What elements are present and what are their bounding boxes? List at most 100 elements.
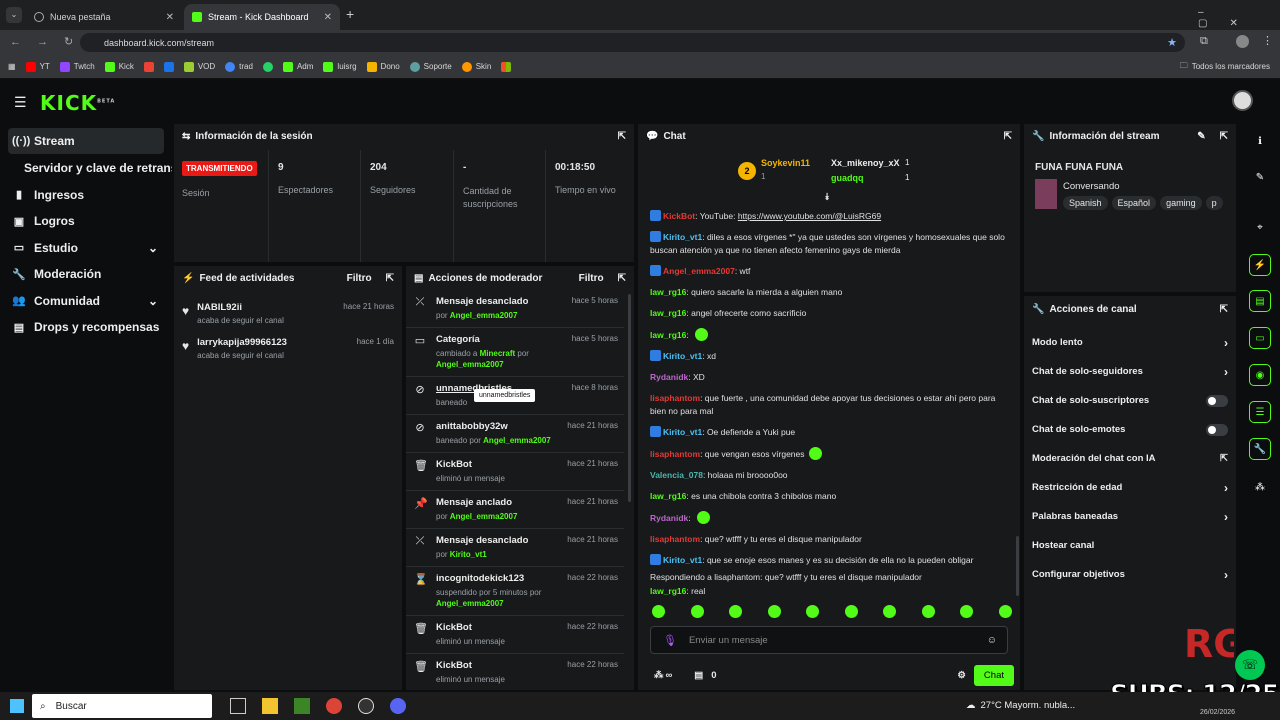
quick-action-list-icon[interactable]: ☰ [1249, 401, 1271, 423]
tag[interactable]: Español [1111, 196, 1157, 210]
emote-icon[interactable] [767, 605, 781, 618]
bookmark-vod[interactable]: VOD [183, 61, 215, 72]
emote-icon[interactable] [652, 605, 665, 618]
emote-icon[interactable] [960, 605, 974, 618]
stream-category[interactable]: Conversando [1063, 181, 1120, 192]
gift-icon[interactable]: ▤ [694, 670, 703, 681]
emote-icon[interactable] [806, 605, 820, 618]
settings-gear-icon[interactable]: ⚙ [957, 670, 966, 681]
nav-buttons[interactable]: ←→↻ [10, 35, 89, 48]
add-quick-action-icon[interactable]: ⁂ [1249, 476, 1271, 498]
chat-username[interactable]: Kirito_vt1 [663, 427, 702, 437]
gifter-name[interactable]: guadqq [831, 173, 864, 183]
file-explorer-icon[interactable] [262, 698, 278, 714]
chat-input[interactable]: 🎙 Enviar un mensaje ☺ [650, 626, 1008, 654]
bookmark-kick[interactable]: Kick [104, 61, 134, 72]
emote-icon[interactable] [998, 605, 1012, 618]
windows-start-icon[interactable] [10, 699, 24, 713]
emote-icon[interactable] [690, 605, 704, 618]
channel-action-row[interactable]: Chat de solo-seguidores › [1024, 357, 1236, 386]
bookmark-blue[interactable] [163, 61, 174, 72]
tab-kick-dashboard[interactable]: Stream - Kick Dashboard ✕ [184, 4, 340, 30]
chat-username[interactable]: Valencia_078 [650, 470, 703, 480]
chat-username[interactable]: Rydanidk [650, 513, 688, 523]
popout-icon[interactable]: ⇱ [618, 131, 626, 142]
bookmark-gmail[interactable] [143, 61, 154, 72]
bookmark-soporte[interactable]: Soporte [409, 61, 452, 72]
minecraft-icon[interactable] [294, 698, 310, 714]
channel-action-row[interactable]: Hostear canal [1024, 531, 1236, 560]
emoji-icon[interactable]: ☺ [987, 635, 997, 646]
chat-username[interactable]: lisaphantom [650, 449, 700, 459]
support-bubble[interactable]: ☏ [1235, 650, 1265, 680]
send-chat-button[interactable]: Chat [973, 665, 1014, 686]
profile-avatar[interactable] [1236, 35, 1249, 48]
chevron-right-icon[interactable]: › [1224, 568, 1228, 582]
chat-username[interactable]: Kirito_vt1 [663, 232, 702, 242]
channel-action-row[interactable]: Chat de solo-suscriptores [1024, 386, 1236, 415]
chat-username[interactable]: law_rg16 [650, 287, 686, 297]
chat-username[interactable]: lisaphantom [650, 393, 700, 403]
emote-icon[interactable] [921, 605, 935, 618]
emote-icon[interactable] [883, 605, 897, 618]
mic-icon[interactable]: 🎙 [663, 634, 677, 647]
tab-new[interactable]: Nueva pestaña ✕ [26, 4, 182, 30]
hamburger-menu-icon[interactable]: ☰ [14, 94, 27, 111]
chevron-right-icon[interactable]: › [1224, 510, 1228, 524]
channel-action-row[interactable]: Palabras baneadas › [1024, 502, 1236, 531]
chat-username[interactable]: Angel_emma2007 [663, 266, 735, 276]
chat-username[interactable]: Kirito_vt1 [663, 351, 702, 361]
user-avatar[interactable] [1232, 90, 1253, 111]
sidebar-item-stream[interactable]: ((·)) Stream [8, 128, 164, 154]
quick-action-broadcast-icon[interactable]: ◉ [1249, 364, 1271, 386]
chevron-right-icon[interactable]: › [1224, 336, 1228, 350]
sidebar-item-moderacion[interactable]: 🔧 Moderación [0, 261, 172, 287]
task-view-icon[interactable] [230, 698, 246, 714]
gifter-name[interactable]: Soykevin11 [761, 158, 810, 168]
apps-grid-icon[interactable]: ▦ [8, 62, 16, 71]
bookmark-star-icon[interactable]: ★ [1167, 36, 1177, 49]
channel-action-row[interactable]: Chat de solo-emotes [1024, 415, 1236, 444]
quick-action-chat-icon[interactable]: ▭ [1249, 327, 1271, 349]
quick-action-bolt-icon[interactable]: ⚡ [1249, 254, 1271, 276]
sidebar-item-ingresos[interactable]: ▮ Ingresos [0, 182, 172, 208]
bookmark-trad[interactable]: trad [225, 61, 253, 72]
sidebar-item-estudio[interactable]: ▭ Estudio ⌄ [0, 235, 172, 261]
focus-icon[interactable]: ⌖ [1249, 216, 1271, 238]
close-tab-icon[interactable]: ✕ [324, 12, 332, 23]
people-icon[interactable]: ⁂ [654, 670, 664, 681]
emote-icon[interactable] [844, 605, 858, 618]
taskbar-search[interactable]: ⌕ Buscar [32, 694, 212, 718]
kick-logo[interactable]: KICKBETA [40, 91, 115, 115]
channel-action-row[interactable]: Configurar objetivos › [1024, 560, 1236, 589]
chevron-right-icon[interactable]: › [1224, 365, 1228, 379]
toggle-switch[interactable] [1206, 394, 1228, 407]
bookmark-ms[interactable] [501, 61, 512, 72]
tab-search-button[interactable]: ⌄ [6, 7, 22, 23]
discord-icon[interactable] [390, 698, 406, 714]
tag[interactable]: Spanish [1063, 196, 1108, 210]
tag[interactable]: p [1205, 196, 1223, 210]
sidebar-item-server-key[interactable]: Servidor y clave de retransm [0, 155, 172, 181]
bookmark-luisrg[interactable]: luisrg [323, 61, 357, 72]
sidebar-item-drops[interactable]: ▤ Drops y recompensas [0, 314, 172, 340]
chat-username[interactable]: law_rg16 [650, 586, 686, 596]
popout-icon[interactable]: ⇱ [1004, 131, 1012, 142]
bookmark-whatsapp[interactable] [262, 61, 273, 72]
bookmarks-folder[interactable]: 🗀 Todos los marcadores [1180, 60, 1270, 74]
chat-username[interactable]: Kirito_vt1 [663, 555, 702, 565]
window-controls[interactable]: –▢✕ [1198, 7, 1280, 29]
filter-button[interactable]: Filtro [579, 273, 604, 284]
scrollbar[interactable] [628, 294, 631, 502]
collapse-icon[interactable]: ⯯ [824, 192, 830, 203]
channel-action-row[interactable]: Modo lento › [1024, 328, 1236, 357]
quick-action-wrench-icon[interactable]: 🔧 [1249, 438, 1271, 460]
filter-button[interactable]: Filtro [347, 273, 372, 284]
chat-link[interactable]: https://www.youtube.com/@LuisRG69 [738, 211, 881, 221]
menu-dots-icon[interactable]: ⋮ [1262, 34, 1273, 47]
emote-icon[interactable] [729, 605, 743, 618]
bookmark-yt[interactable]: YT [25, 61, 50, 72]
chat-username[interactable]: law_rg16 [650, 308, 686, 318]
quick-action-notes-icon[interactable]: ▤ [1249, 290, 1271, 312]
new-tab-button[interactable]: + [346, 6, 354, 22]
